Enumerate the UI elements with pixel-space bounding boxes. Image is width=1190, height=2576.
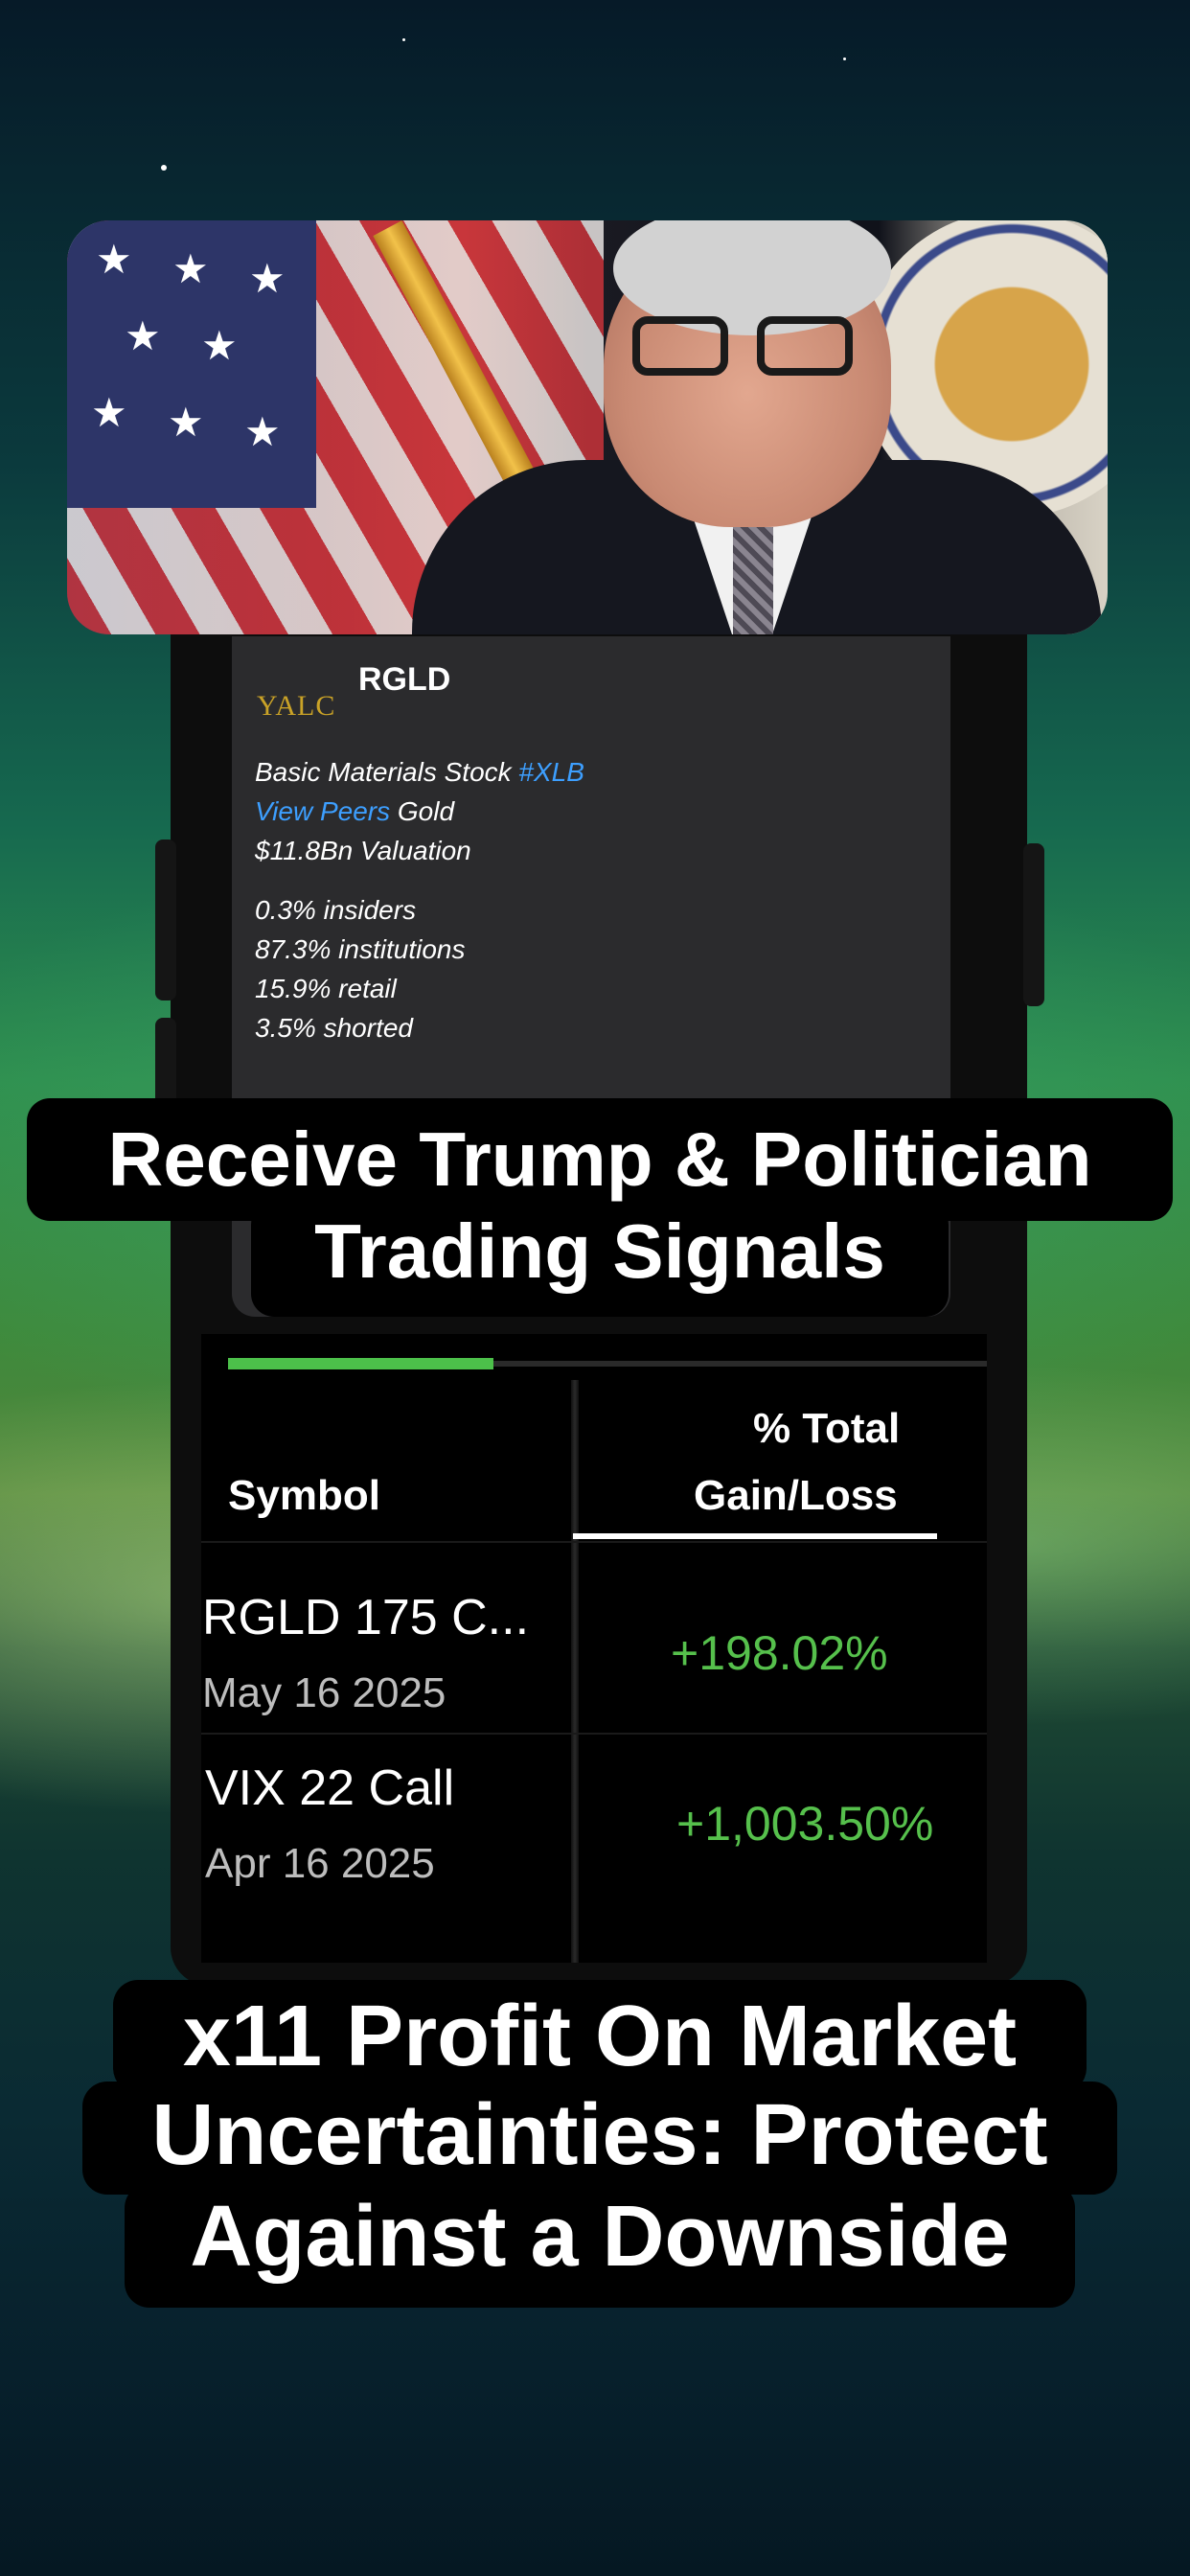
industry-label: Gold bbox=[397, 796, 455, 826]
header-gain-line1[interactable]: % Total bbox=[753, 1405, 900, 1453]
caption-bottom-line2: Uncertainties: Protect bbox=[82, 2082, 1117, 2195]
caption-bottom-line3: Against a Downside bbox=[125, 2183, 1075, 2308]
flag-canton: ★ ★ ★ ★ ★ ★ ★ ★ bbox=[67, 220, 316, 508]
caption-bottom-line1: x11 Profit On Market bbox=[113, 1980, 1087, 2093]
row-gain: +198.02% bbox=[671, 1626, 888, 1680]
progress-fill bbox=[228, 1358, 493, 1369]
peers-line: View Peers Gold bbox=[255, 796, 454, 827]
row-separator bbox=[201, 1541, 987, 1543]
sector-line: Basic Materials Stock #XLB bbox=[255, 757, 584, 788]
ticker-symbol[interactable]: RGLD bbox=[358, 661, 450, 699]
star bbox=[843, 58, 846, 60]
valuation-label: $11.8Bn Valuation bbox=[255, 836, 471, 865]
row-gain: +1,003.50% bbox=[676, 1797, 934, 1851]
retail-stat: 15.9% retail bbox=[255, 974, 397, 1003]
sector-tag-link[interactable]: #XLB bbox=[518, 757, 584, 787]
row-symbol[interactable]: VIX 22 Call bbox=[205, 1760, 454, 1817]
glasses bbox=[632, 316, 862, 383]
caption-top-line2: Trading Signals bbox=[251, 1202, 949, 1317]
company-logo: YALC bbox=[257, 690, 336, 722]
header-gain-line2[interactable]: Gain/Loss bbox=[694, 1472, 898, 1520]
person-tie bbox=[733, 527, 773, 634]
insiders-stat: 0.3% insiders bbox=[255, 895, 417, 925]
hero-photo: ★ ★ ★ ★ ★ ★ ★ ★ bbox=[67, 220, 1108, 634]
star bbox=[402, 38, 405, 41]
phone-side-button bbox=[155, 840, 176, 1000]
sector-label: Basic Materials Stock bbox=[255, 757, 512, 787]
shorted-stat: 3.5% shorted bbox=[255, 1013, 413, 1043]
phone-side-button bbox=[1023, 843, 1044, 1006]
view-peers-link[interactable]: View Peers bbox=[255, 796, 390, 826]
star bbox=[161, 165, 167, 171]
progress-bar bbox=[228, 1358, 987, 1369]
row-date: Apr 16 2025 bbox=[205, 1840, 435, 1887]
row-separator bbox=[201, 1733, 987, 1735]
header-symbol[interactable]: Symbol bbox=[228, 1472, 380, 1520]
column-divider bbox=[571, 1380, 579, 1963]
sort-underline bbox=[573, 1533, 937, 1539]
row-symbol[interactable]: RGLD 175 C... bbox=[202, 1589, 529, 1646]
institutions-stat: 87.3% institutions bbox=[255, 934, 466, 964]
row-date: May 16 2025 bbox=[202, 1669, 446, 1716]
